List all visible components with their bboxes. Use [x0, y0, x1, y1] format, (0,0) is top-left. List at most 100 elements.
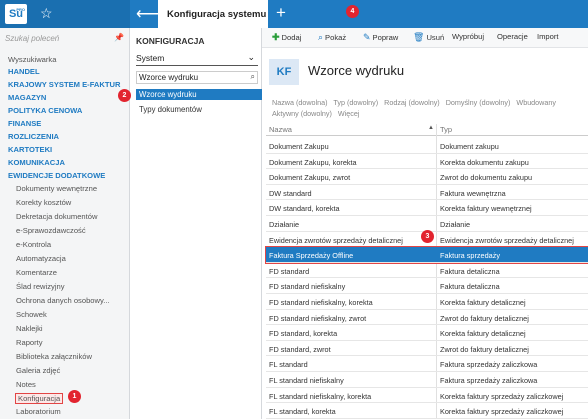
cell-type: Zwrot do faktury detalicznej — [440, 313, 529, 323]
table-row[interactable]: FD standard niefiskalny, korekta Korekta … — [266, 294, 588, 310]
cell-name: FD standard niefiskalny, zwrot — [269, 313, 367, 323]
sidebar-item-label: Automatyzacja — [16, 254, 66, 263]
sidebar-item[interactable]: Naklejki — [0, 323, 130, 335]
sidebar-item[interactable]: Wyszukiwarka — [0, 54, 130, 66]
sidebar-search-input[interactable]: Szukaj poleceń — [5, 34, 125, 48]
logo-small: PRO — [16, 7, 25, 12]
sidebar-item[interactable]: Galeria zdjęć — [0, 365, 130, 377]
table-row[interactable]: FL standard niefiskalny Faktura sprzedaży… — [266, 372, 588, 388]
tab-konfiguracja-systemu[interactable]: Konfiguracja systemu — [158, 0, 268, 28]
operations-button[interactable]: Operacje — [497, 32, 528, 44]
table-row[interactable]: Dokument Zakupu, zwrot Zwrot do dokumentu… — [266, 169, 588, 185]
app-logo: Su PRO — [5, 4, 27, 24]
magnifier-icon: ⌕ — [318, 32, 324, 42]
sidebar-item[interactable]: FINANSE — [0, 118, 130, 130]
star-icon[interactable]: ☆ — [40, 5, 53, 22]
sidebar-item-label: Wyszukiwarka — [8, 55, 57, 64]
new-tab-plus-icon[interactable]: + — [276, 3, 286, 23]
sidebar-item[interactable]: Dekretacja dokumentów — [0, 211, 130, 223]
page-title: Wzorce wydruku — [308, 63, 405, 78]
table-row[interactable]: Dokument Zakupu Dokument zakupu — [266, 138, 588, 154]
table-row[interactable]: FD standard, zwrot Zwrot do faktury detal… — [266, 341, 588, 357]
sidebar-item-label: ROZLICZENIA — [8, 132, 60, 141]
cell-type: Korekta faktury sprzedaży zaliczkowej — [440, 391, 564, 401]
sidebar-item[interactable]: Komentarze — [0, 267, 130, 279]
cell-type: Faktura sprzedaży zaliczkowa — [440, 376, 538, 385]
table-row[interactable]: Dokument Zakupu, korekta Korekta dokument… — [266, 154, 588, 170]
config-item-typy-dokumentow[interactable]: Typy dokumentów — [136, 104, 262, 115]
import-button[interactable]: Import — [537, 32, 559, 44]
add-button[interactable]: ✚ Dodaj — [272, 32, 301, 44]
sidebar-item-label: KOMUNIKACJA — [8, 158, 65, 167]
table-row[interactable]: Faktura Sprzedaży Offline Faktura sprzeda… — [265, 246, 588, 264]
cell-name: Dokument Zakupu, zwrot — [269, 173, 351, 183]
sidebar-item[interactable]: KARTOTEKI — [0, 144, 130, 156]
table-row[interactable]: FL standard, korekta Korekta faktury sprz… — [266, 403, 588, 419]
cell-name: Dokument Zakupu — [269, 142, 329, 151]
sidebar-item[interactable]: Laboratorium — [0, 406, 130, 418]
sidebar-item[interactable]: ROZLICZENIA — [0, 131, 130, 143]
sidebar-item[interactable]: Korekty kosztów — [0, 197, 130, 209]
cell-type: Korekta dokumentu zakupu — [440, 157, 529, 167]
sidebar-item[interactable]: e-Sprawozdawczość — [0, 225, 130, 237]
table-row[interactable]: DW standard Faktura wewnętrzna — [266, 185, 588, 201]
sidebar-item-label: KARTOTEKI — [8, 145, 53, 154]
sidebar-item[interactable]: KRAJOWY SYSTEM E-FAKTUR — [0, 79, 130, 91]
config-title: KONFIGURACJA — [136, 36, 205, 46]
filter-more[interactable]: Więcej — [338, 109, 360, 118]
sidebar-item-label: FINANSE — [8, 119, 42, 128]
sidebar-item[interactable]: Ślad rewizyjny — [0, 281, 130, 293]
config-search-input[interactable]: Wzorce wydruku ⌕ — [136, 71, 258, 84]
table-row[interactable]: FD standard niefiskalny Faktura detaliczn… — [266, 278, 588, 294]
sidebar-item[interactable]: Notes — [0, 379, 130, 391]
toolbar: ✚ Dodaj ⌕ Pokaż ✎ Popraw 🗑 Usuń Wypróbuj Ope… — [262, 28, 588, 48]
sidebar-item[interactable]: Biblioteka załączników — [0, 351, 130, 363]
cell-type: Korekta faktury detalicznej — [440, 329, 526, 339]
cell-name: DW standard, korekta — [269, 204, 340, 214]
filter-default[interactable]: Domyślny (dowolny) — [446, 98, 511, 107]
table-row[interactable]: FL standard niefiskalny, korekta Korekta … — [266, 388, 588, 404]
config-item-wzorce-wydruku[interactable]: Wzorce wydruku — [136, 89, 262, 100]
table-row[interactable]: FD standard, korekta Korekta faktury deta… — [266, 325, 588, 341]
table-row[interactable]: FL standard Faktura sprzedaży zaliczkowa — [266, 356, 588, 372]
sidebar-item-label: e-Sprawozdawczość — [16, 226, 86, 235]
filter-type[interactable]: Typ (dowolny) — [333, 98, 378, 107]
sidebar-item[interactable]: MAGAZYN — [0, 92, 130, 104]
sidebar-item[interactable]: HANDEL — [0, 66, 130, 78]
filter-bar: Nazwa (dowolna) Typ (dowolny) Rodzaj (do… — [272, 97, 588, 119]
delete-button[interactable]: 🗑 Usuń — [413, 32, 444, 44]
system-select[interactable]: System ⌄ — [136, 52, 258, 66]
edit-button[interactable]: ✎ Popraw — [363, 32, 398, 44]
sidebar-item[interactable]: Automatyzacja — [0, 253, 130, 265]
table-row[interactable]: FD standard niefiskalny, zwrot Zwrot do f… — [266, 310, 588, 326]
table-row[interactable]: DW standard, korekta Korekta faktury wewn… — [266, 200, 588, 216]
filter-active[interactable]: Aktywny (dowolny) — [272, 109, 332, 118]
show-button[interactable]: ⌕ Pokaż — [318, 32, 346, 44]
sidebar-item-label: POLITYKA CENOWA — [8, 106, 83, 115]
filter-builtin[interactable]: Wbudowany — [516, 98, 556, 107]
filter-name[interactable]: Nazwa (dowolna) — [272, 98, 328, 107]
sidebar-item[interactable]: KOMUNIKACJA — [0, 157, 130, 169]
sidebar-item-label: Schowek — [16, 310, 47, 319]
cell-name: FL standard — [269, 360, 308, 370]
back-arrow-icon[interactable]: ⟵ — [136, 4, 159, 24]
search-icon[interactable]: ⌕ — [251, 71, 255, 82]
pin-icon[interactable]: 📌 — [114, 33, 124, 42]
table-row[interactable]: FD standard Faktura detaliczna — [266, 263, 588, 279]
sidebar-item-label: Dekretacja dokumentów — [16, 212, 98, 221]
sidebar-item[interactable]: e-Kontrola — [0, 239, 130, 251]
cell-name: FL standard, korekta — [269, 407, 336, 417]
sidebar-item[interactable]: POLITYKA CENOWA — [0, 105, 130, 117]
top-left-area: Su PRO ☆ — [0, 0, 130, 28]
sidebar-item[interactable]: Konfiguracja — [0, 393, 130, 405]
sidebar-item[interactable]: Dokumenty wewnętrzne — [0, 183, 130, 195]
sidebar-item-label: Korekty kosztów — [16, 198, 72, 207]
sidebar-item[interactable]: Ochrona danych osobowy... — [0, 295, 130, 307]
try-button[interactable]: Wypróbuj — [452, 32, 484, 44]
filter-kind[interactable]: Rodzaj (dowolny) — [384, 98, 440, 107]
column-header-name[interactable]: Nazwa — [269, 125, 292, 134]
sidebar-item[interactable]: Raporty — [0, 337, 130, 349]
column-header-type[interactable]: Typ — [440, 125, 452, 134]
sidebar-item[interactable]: Schowek — [0, 309, 130, 321]
sidebar-item[interactable]: EWIDENCJE DODATKOWE — [0, 170, 130, 182]
